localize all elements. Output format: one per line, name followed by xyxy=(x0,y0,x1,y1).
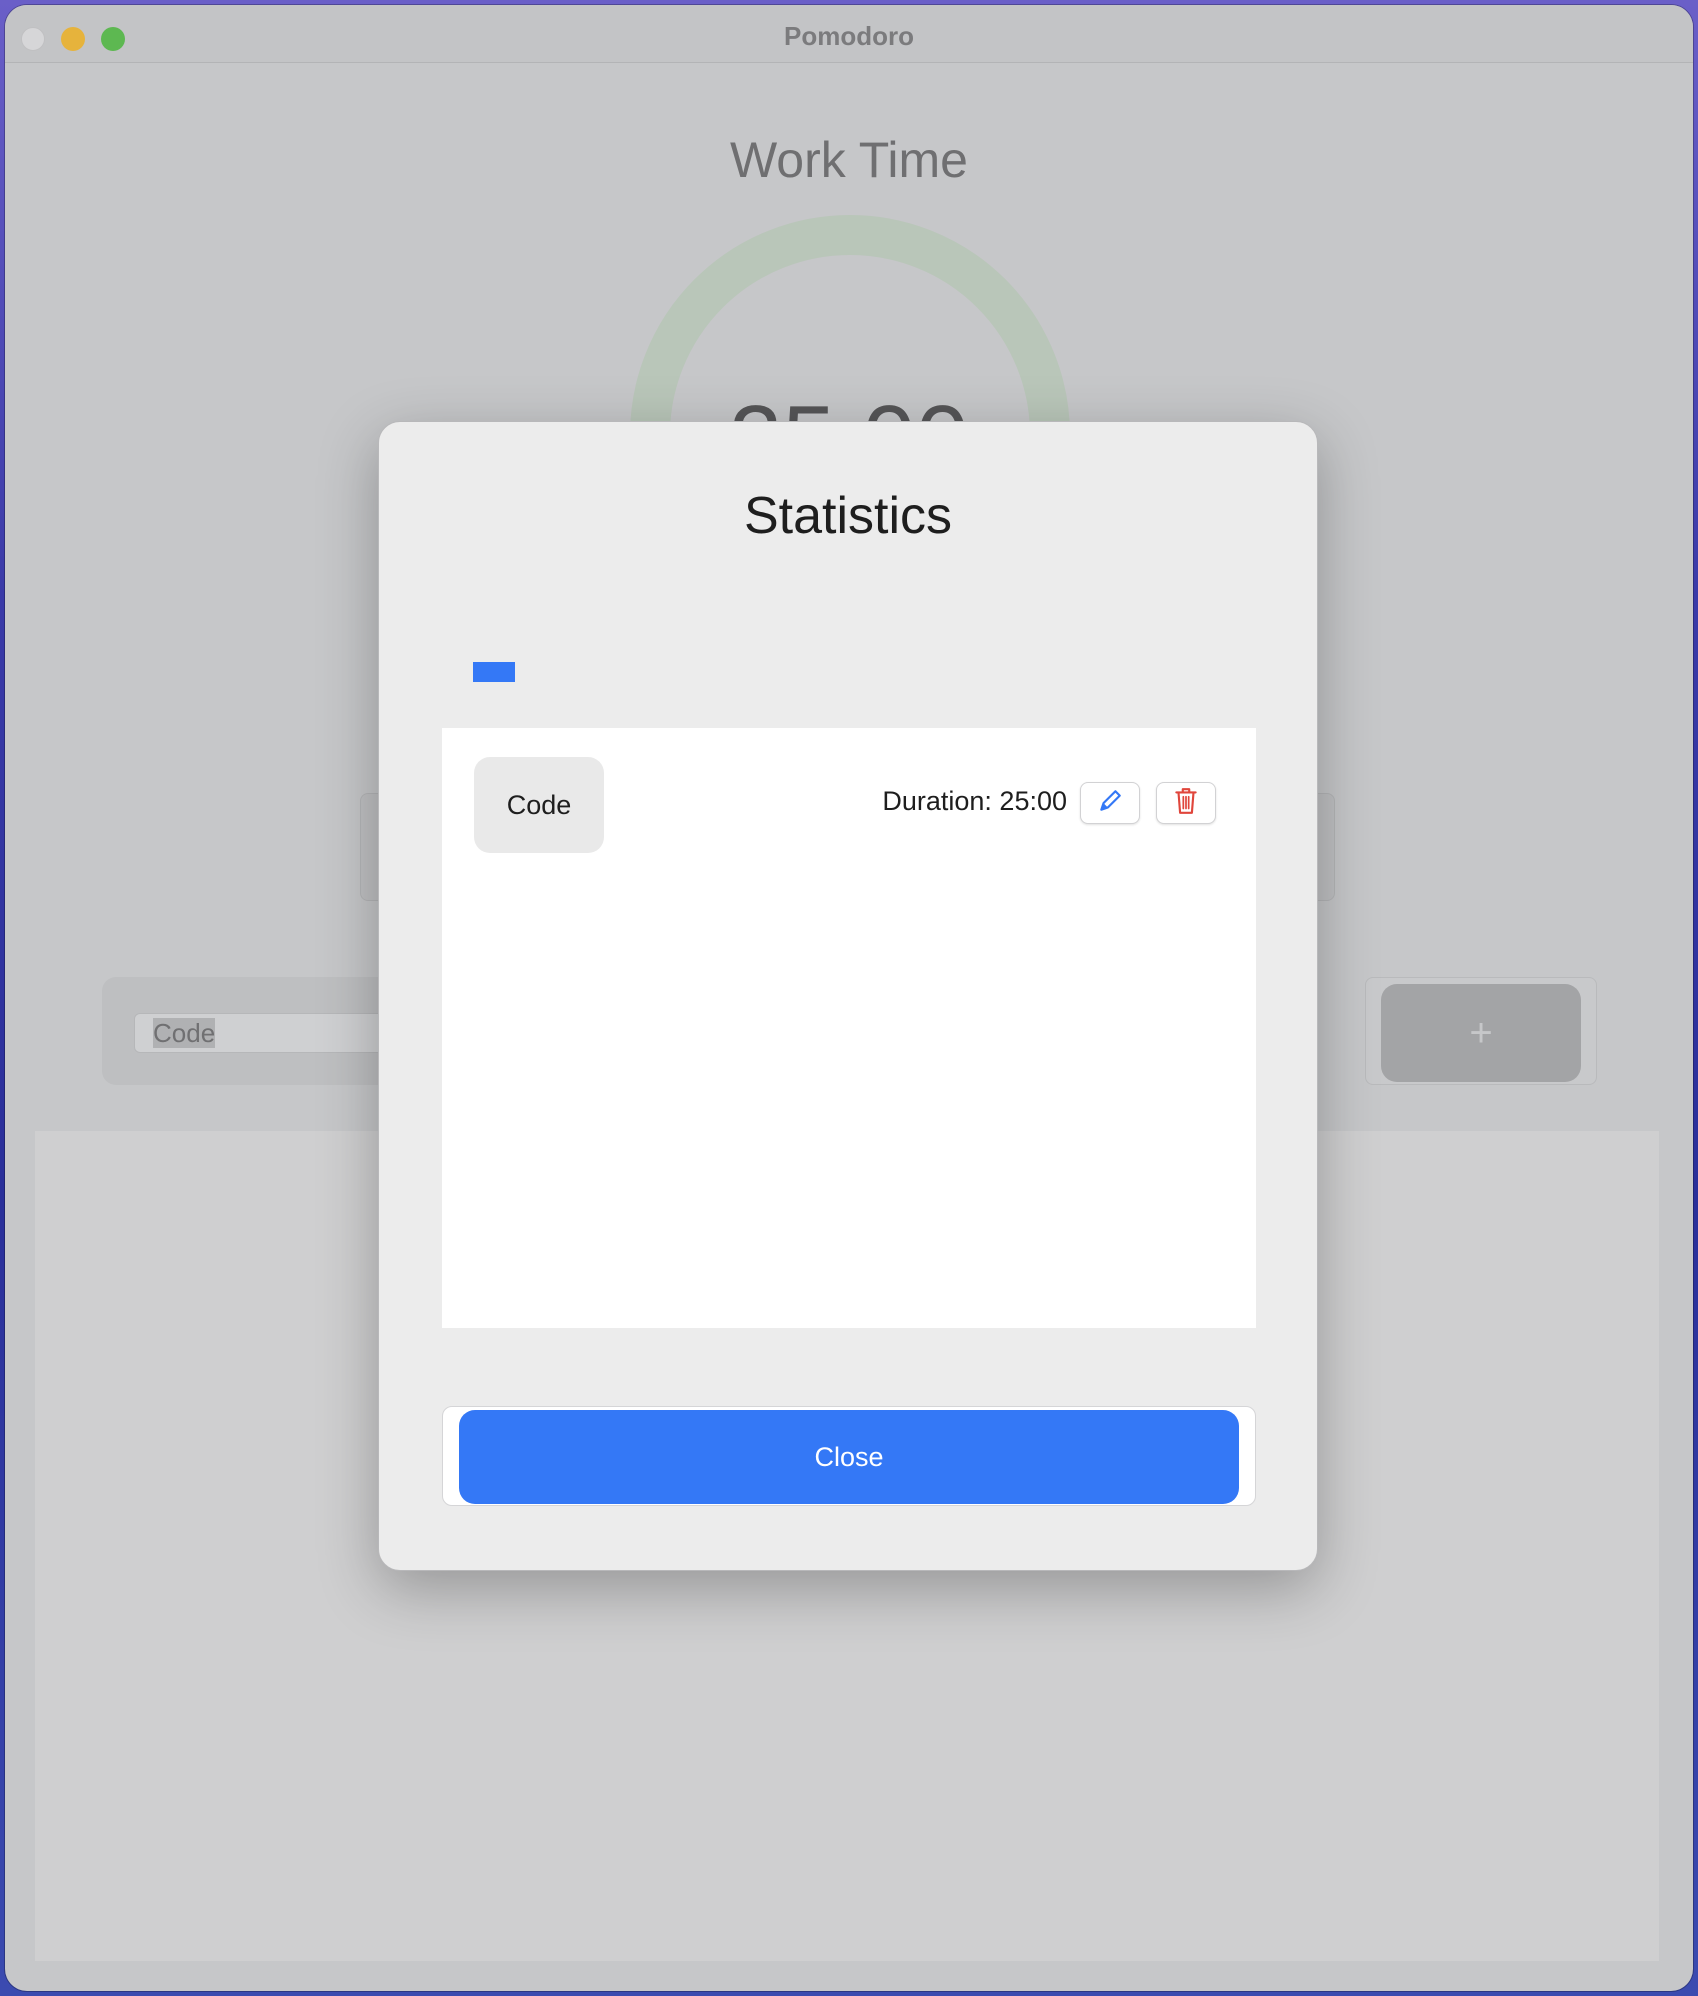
mode-heading: Work Time xyxy=(730,132,968,188)
add-task-button[interactable]: + xyxy=(1381,984,1581,1082)
close-button-container: Close xyxy=(442,1406,1256,1506)
chart-legend-swatch xyxy=(473,662,515,682)
duration-label: Duration: 25:00 xyxy=(882,786,1067,816)
task-input[interactable]: Code xyxy=(134,1013,404,1053)
delete-button[interactable] xyxy=(1156,782,1216,824)
list-item: Code Duration: 25:00 xyxy=(442,728,1256,858)
pencil-icon xyxy=(1097,788,1123,819)
trash-icon xyxy=(1173,786,1199,821)
add-task-container: + xyxy=(1365,977,1597,1085)
window-title: Pomodoro xyxy=(784,21,914,51)
statistics-modal: Statistics Code Duration: 25:00 Close xyxy=(378,421,1318,1571)
task-input-value: Code xyxy=(153,1018,216,1048)
task-input-row: Code xyxy=(102,977,412,1085)
title-bar: Pomodoro xyxy=(5,5,1693,63)
task-name-chip: Code xyxy=(474,757,604,853)
edit-button[interactable] xyxy=(1080,782,1140,824)
statistics-list: Code Duration: 25:00 xyxy=(442,728,1256,1328)
close-button[interactable]: Close xyxy=(459,1410,1239,1504)
modal-title: Statistics xyxy=(743,487,953,545)
